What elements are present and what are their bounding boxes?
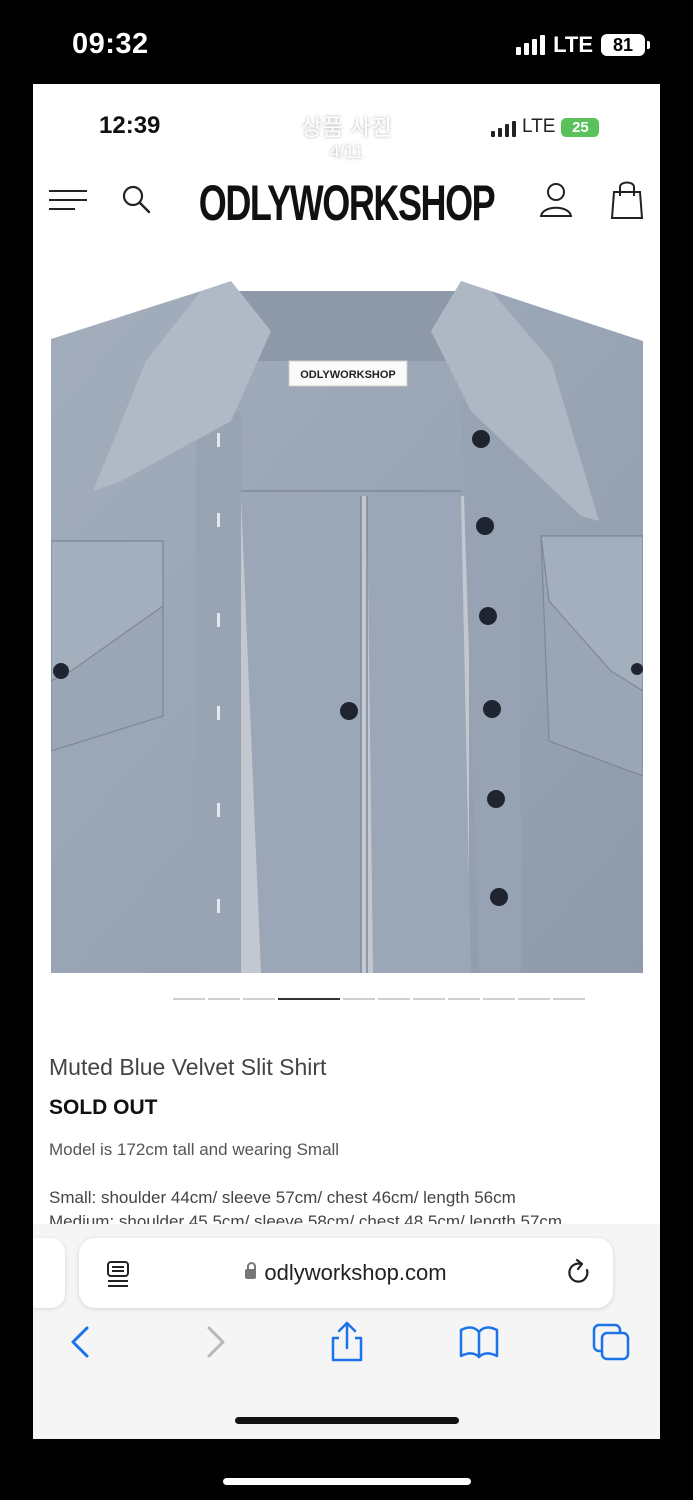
account-icon[interactable] [537,180,575,220]
stock-status: SOLD OUT [49,1096,158,1119]
menu-icon[interactable] [49,186,89,216]
viewer-title: 상품 사진 [300,114,393,140]
carousel-dot[interactable] [278,998,340,1000]
carousel-dot[interactable] [518,998,550,1000]
signal-icon [516,35,546,55]
carousel-dot[interactable] [448,998,480,1000]
forward-icon[interactable] [193,1320,237,1364]
carousel-dot[interactable] [208,998,240,1000]
carousel-dot[interactable] [378,998,410,1000]
outer-home-indicator[interactable] [223,1478,471,1485]
size-small: Small: shoulder 44cm/ sleeve 57cm/ chest… [49,1188,516,1207]
outer-status-bar: 09:32 LTE 81 [0,0,693,84]
clothing-label: ODLYWORKSHOP [300,369,396,381]
reload-icon[interactable] [565,1258,593,1288]
address-bar[interactable]: odlyworkshop.com [79,1238,613,1308]
tabs-icon[interactable] [589,1320,633,1364]
model-note: Model is 172cm tall and wearing Small [49,1140,340,1159]
carousel-dot[interactable] [553,998,585,1000]
outer-clock: 09:32 [72,28,149,60]
carousel-dot[interactable] [343,998,375,1000]
battery-level: 81 [612,34,634,55]
site-header: ODLYWORKSHOP [33,168,660,244]
outer-status-icons: LTE 81 [516,32,650,58]
lock-icon [245,1262,257,1279]
carousel-dot[interactable] [243,998,275,1000]
home-indicator[interactable] [235,1417,459,1424]
url-display[interactable]: odlyworkshop.com [79,1260,613,1286]
site-logo[interactable]: ODLYWORKSHOP [121,174,572,232]
shopping-bag-icon[interactable] [609,178,645,222]
carousel-dot[interactable] [413,998,445,1000]
carousel-dot[interactable] [173,998,205,1000]
battery-icon: 81 [601,34,650,56]
url-text: odlyworkshop.com [264,1260,447,1285]
carousel-dot[interactable] [483,998,515,1000]
close-icon[interactable] [623,112,657,146]
photo-counter: 4/11 [329,142,364,162]
product-photo[interactable]: ODLYWORKSHOP [51,251,643,973]
previous-tab-card[interactable] [33,1238,65,1308]
bookmarks-icon[interactable] [457,1320,501,1364]
share-icon[interactable] [325,1320,369,1364]
network-type: LTE [553,32,593,57]
back-icon[interactable] [59,1320,103,1364]
screenshot-viewer: 12:39 LTE 25 상품 사진 4/11 ODLYWORKSHOP ODL… [33,84,660,1439]
carousel-indicator[interactable] [173,998,585,1000]
product-title: Muted Blue Velvet Slit Shirt [49,1054,327,1080]
